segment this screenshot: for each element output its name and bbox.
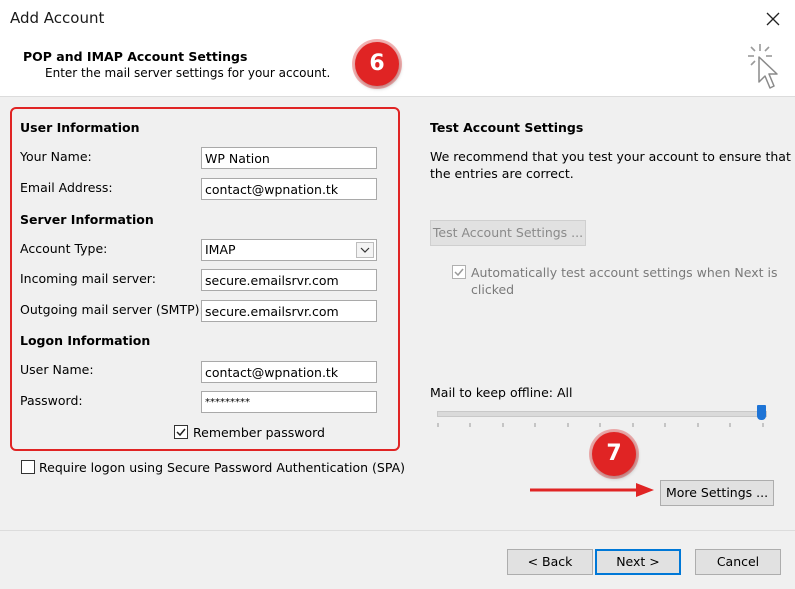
test-description-line1: We recommend that you test your account … (430, 149, 791, 164)
cancel-button[interactable]: Cancel (695, 549, 781, 575)
password-field[interactable] (201, 391, 377, 413)
offline-value: All (557, 385, 573, 400)
offline-slider-ticks (437, 423, 764, 427)
test-settings-heading: Test Account Settings (430, 120, 584, 135)
offline-label: Mail to keep offline: (430, 385, 553, 400)
password-label: Password: (20, 393, 83, 408)
remember-password-checkbox[interactable] (174, 425, 188, 439)
spa-label[interactable]: Require logon using Secure Password Auth… (39, 460, 405, 475)
account-type-label: Account Type: (20, 241, 108, 256)
your-name-field[interactable] (201, 147, 377, 169)
back-button[interactable]: < Back (507, 549, 593, 575)
page-title: POP and IMAP Account Settings (23, 49, 248, 64)
step-7-badge: 7 (592, 432, 636, 476)
account-type-select[interactable]: IMAP (201, 239, 377, 261)
auto-test-checkbox[interactable] (452, 265, 466, 279)
remember-password-label[interactable]: Remember password (193, 425, 325, 440)
footer-divider (0, 530, 795, 531)
arrow-right-icon (530, 483, 654, 497)
offline-slider-track[interactable] (437, 411, 767, 417)
username-label: User Name: (20, 362, 94, 377)
your-name-label: Your Name: (20, 149, 92, 164)
chevron-down-icon[interactable] (356, 242, 374, 258)
auto-test-label-line1: Automatically test account settings when… (471, 265, 778, 280)
incoming-server-field[interactable] (201, 269, 377, 291)
offline-slider-thumb[interactable] (757, 405, 766, 420)
email-field[interactable] (201, 178, 377, 200)
more-settings-button[interactable]: More Settings ... (660, 480, 774, 506)
outgoing-server-field[interactable] (201, 300, 377, 322)
test-account-settings-button[interactable]: Test Account Settings ... (430, 220, 586, 246)
auto-test-label-line2: clicked (471, 282, 515, 297)
page-subtitle: Enter the mail server settings for your … (45, 66, 331, 80)
account-type-value: IMAP (205, 242, 236, 257)
outgoing-server-label: Outgoing mail server (SMTP): (20, 302, 204, 317)
test-description-line2: the entries are correct. (430, 166, 574, 181)
next-button[interactable]: Next > (595, 549, 681, 575)
close-icon[interactable] (762, 8, 784, 30)
logon-info-heading: Logon Information (20, 333, 151, 348)
user-info-heading: User Information (20, 120, 140, 135)
step-6-badge: 6 (355, 42, 399, 86)
incoming-server-label: Incoming mail server: (20, 271, 156, 286)
window-title: Add Account (10, 9, 105, 27)
email-label: Email Address: (20, 180, 113, 195)
title-bar (0, 0, 795, 38)
server-info-heading: Server Information (20, 212, 154, 227)
spa-checkbox[interactable] (21, 460, 35, 474)
username-field[interactable] (201, 361, 377, 383)
cursor-click-icon (744, 42, 784, 94)
